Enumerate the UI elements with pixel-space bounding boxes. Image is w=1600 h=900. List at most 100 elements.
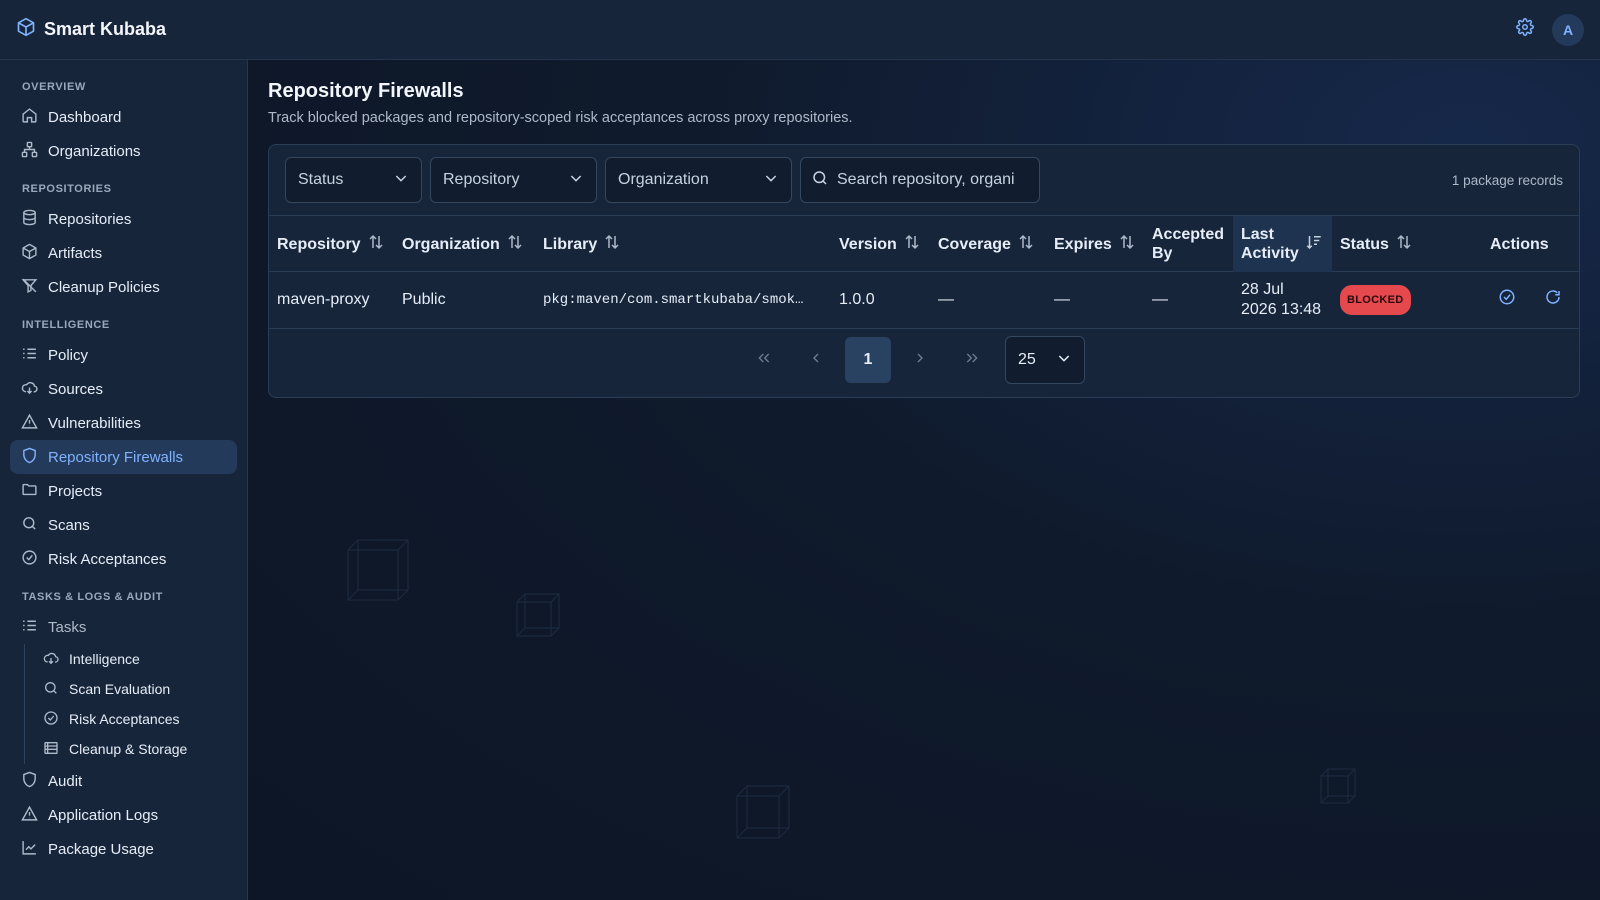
sidebar-item-label: Package Usage (48, 840, 154, 858)
cell-library: pkg:maven/com.smartkubaba/smok… (543, 292, 804, 308)
sidebar: OVERVIEW Dashboard Organizations REPOSIT… (0, 60, 248, 900)
database-icon (21, 209, 38, 230)
sidebar-item-label: Audit (48, 772, 83, 790)
column-header-label: Last (1241, 226, 1274, 243)
pagination: 1 25 (269, 335, 1579, 385)
record-count: 1 package records (1451, 173, 1563, 188)
sidebar-item-projects[interactable]: Projects (10, 474, 237, 508)
select-label: Repository (443, 171, 520, 188)
page-subtitle: Track blocked packages and repository-sc… (268, 110, 853, 126)
sidebar-subitem-cleanup-storage[interactable]: Cleanup & Storage (31, 734, 237, 764)
gear-icon[interactable] (1516, 18, 1534, 41)
decorative-cube-icon (347, 539, 409, 601)
sort-icon (367, 233, 385, 256)
app-title: Smart Kubaba (44, 19, 167, 39)
decorative-cube-icon (516, 593, 560, 637)
user-avatar[interactable]: A (1552, 13, 1584, 46)
section-label-intelligence: INTELLIGENCE (22, 319, 110, 331)
prev-page-button[interactable] (793, 337, 839, 383)
sidebar-item-dashboard[interactable]: Dashboard (10, 100, 237, 134)
repository-filter-select[interactable]: Repository (430, 157, 597, 203)
sidebar-item-risk-acceptances[interactable]: Risk Acceptances (10, 542, 237, 576)
decorative-cube-icon (1320, 768, 1356, 804)
shield-icon (21, 447, 38, 468)
firewall-table-card: Status Repository Organization 1 package… (268, 144, 1580, 398)
column-header-label: By (1152, 245, 1173, 262)
column-header-expires[interactable]: Expires (1046, 216, 1144, 272)
sidebar-subitem-label: Cleanup & Storage (69, 741, 188, 757)
column-header-repository[interactable]: Repository (269, 216, 394, 272)
sidebar-item-package-usage[interactable]: Package Usage (10, 832, 237, 866)
sidebar-item-tasks[interactable]: Tasks (10, 610, 237, 644)
status-filter-select[interactable]: Status (285, 157, 422, 203)
sidebar-item-application-logs[interactable]: Application Logs (10, 798, 237, 832)
sidebar-item-scans[interactable]: Scans (10, 508, 237, 542)
column-header-label: Coverage (938, 235, 1011, 253)
last-page-button[interactable] (949, 337, 995, 383)
cloud-download-icon (21, 379, 38, 400)
column-header-label: Status (1340, 235, 1389, 253)
sidebar-item-label: Organizations (48, 142, 141, 160)
sidebar-item-label: Artifacts (48, 244, 103, 262)
sidebar-item-sources[interactable]: Sources (10, 372, 237, 406)
sidebar-item-organizations[interactable]: Organizations (10, 134, 237, 168)
sidebar-item-audit[interactable]: Audit (10, 764, 237, 798)
list-check-icon (21, 345, 38, 366)
sidebar-item-label: Application Logs (48, 806, 159, 824)
sidebar-subitem-scan-evaluation[interactable]: Scan Evaluation (31, 674, 237, 704)
sidebar-item-policy[interactable]: Policy (10, 338, 237, 372)
sidebar-item-label: Risk Acceptances (48, 550, 167, 568)
column-header-label-group: Last Activity (1241, 225, 1299, 263)
sidebar-item-label: Repository Firewalls (48, 448, 184, 466)
accept-risk-check-icon[interactable] (1498, 288, 1516, 312)
top-bar: Smart Kubaba A (0, 0, 1600, 60)
sidebar-item-cleanup-policies[interactable]: Cleanup Policies (10, 270, 237, 304)
column-header-coverage[interactable]: Coverage (930, 216, 1046, 272)
sidebar-subitem-label: Intelligence (69, 651, 140, 667)
sidebar-item-label: Scans (48, 516, 90, 534)
sidebar-item-artifacts[interactable]: Artifacts (10, 236, 237, 270)
section-label-repositories: REPOSITORIES (22, 183, 112, 195)
refresh-icon[interactable] (1544, 288, 1562, 312)
column-header-organization[interactable]: Organization (394, 216, 535, 272)
column-header-actions: Actions (1482, 216, 1579, 272)
column-header-accepted-by[interactable]: Accepted By (1144, 216, 1233, 272)
next-page-button[interactable] (897, 337, 943, 383)
warning-icon (21, 805, 38, 826)
page-button-current[interactable]: 1 (845, 337, 891, 383)
search-icon (21, 515, 38, 536)
brand[interactable]: Smart Kubaba (16, 17, 166, 42)
sidebar-subitem-label: Risk Acceptances (69, 711, 180, 727)
cloud-download-icon (43, 650, 59, 669)
sidebar-subitem-risk-acceptances[interactable]: Risk Acceptances (31, 704, 237, 734)
cell-organization: Public (402, 291, 446, 308)
organization-filter-select[interactable]: Organization (605, 157, 792, 203)
column-header-label: Accepted (1152, 226, 1225, 243)
table-header: Repository Organization Library Version … (269, 215, 1579, 272)
sidebar-item-repository-firewalls[interactable]: Repository Firewalls (10, 440, 237, 474)
column-header-label: Activity (1241, 245, 1299, 262)
storage-icon (43, 740, 59, 759)
column-header-version[interactable]: Version (831, 216, 930, 272)
sidebar-subitem-intelligence[interactable]: Intelligence (31, 644, 237, 674)
sort-icon (1118, 233, 1136, 256)
sort-descending-icon (1305, 233, 1323, 256)
filter-icon (21, 277, 38, 298)
first-page-button[interactable] (741, 337, 787, 383)
cube-logo-icon (16, 17, 36, 42)
last-activity-date: 28 Jul (1241, 281, 1284, 298)
column-header-library[interactable]: Library (535, 216, 831, 272)
per-page-select[interactable]: 25 (1005, 336, 1085, 384)
status-badge: BLOCKED (1340, 285, 1411, 315)
sidebar-item-repositories[interactable]: Repositories (10, 202, 237, 236)
select-label: Status (298, 171, 344, 188)
sidebar-item-vulnerabilities[interactable]: Vulnerabilities (10, 406, 237, 440)
chevron-left-icon (808, 350, 824, 371)
column-header-last-activity[interactable]: Last Activity (1233, 216, 1332, 272)
table-row: maven-proxy Public pkg:maven/com.smartku… (269, 272, 1579, 329)
warning-icon (21, 413, 38, 434)
search-box[interactable] (800, 157, 1040, 203)
column-header-status[interactable]: Status (1332, 216, 1482, 272)
search-input[interactable] (837, 171, 1027, 189)
sort-icon (903, 233, 921, 256)
